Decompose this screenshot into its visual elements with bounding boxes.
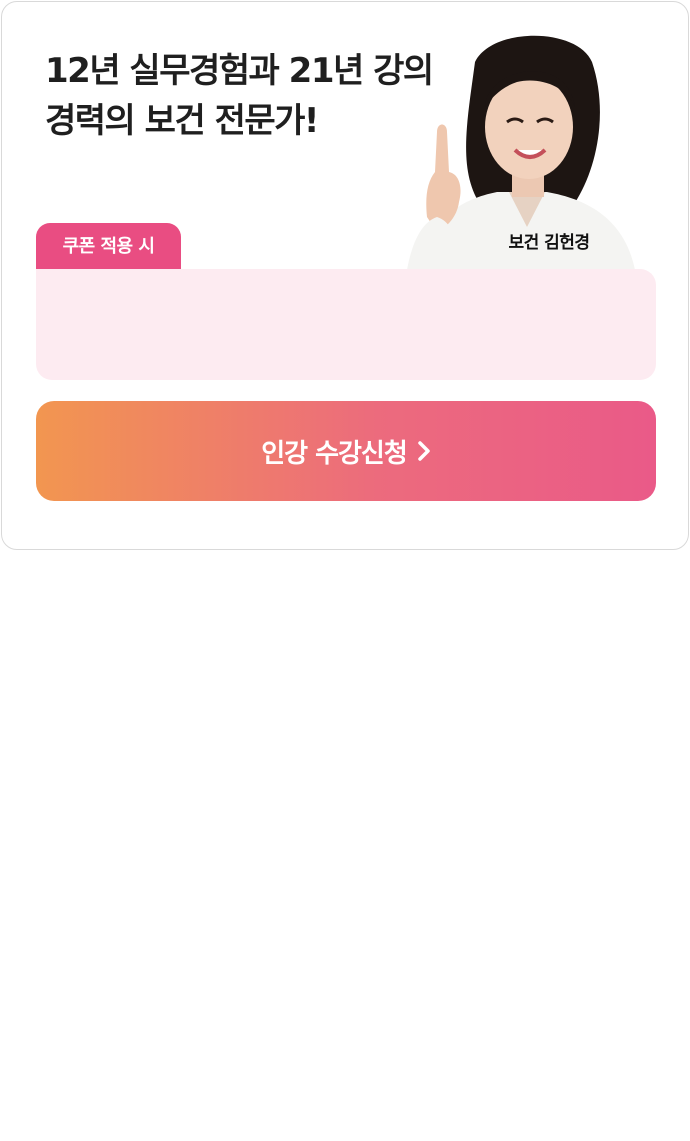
enroll-button-label: 인강 수강신청 <box>261 438 408 469</box>
instructor-name: 보건 김헌경 <box>508 233 590 253</box>
headline: 12년 실무경험과 21년 강의 경력의 보건 전문가! <box>45 46 434 146</box>
headline-line-2: 경력의 보건 전문가! <box>45 101 319 141</box>
chevron-right-icon <box>417 440 431 462</box>
headline-line-1: 12년 실무경험과 21년 강의 <box>45 51 434 91</box>
lecture-card: 12년 실무경험과 21년 강의 경력의 보건 전문가! 보건 김헌경 쿠폰 적… <box>1 1 689 550</box>
enroll-button[interactable]: 인강 수강신청 <box>36 401 656 501</box>
coupon-tab: 쿠폰 적용 시 <box>36 223 181 271</box>
instructor-portrait: 보건 김헌경 <box>397 22 637 270</box>
coupon-price-box <box>36 269 656 380</box>
